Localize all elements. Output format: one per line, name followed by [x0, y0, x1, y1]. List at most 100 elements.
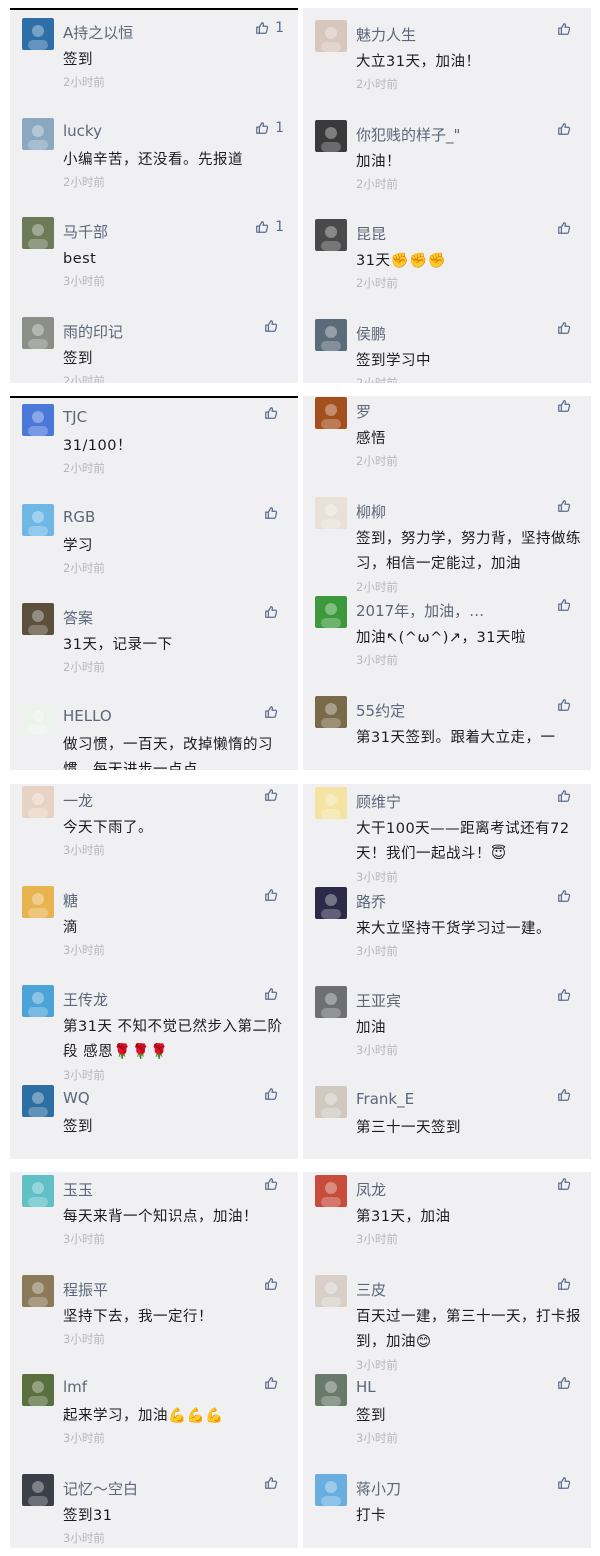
like-button[interactable] — [264, 1476, 284, 1490]
like-button[interactable] — [557, 399, 577, 413]
like-button[interactable] — [557, 1376, 577, 1390]
avatar[interactable] — [315, 886, 347, 919]
avatar[interactable] — [315, 119, 347, 152]
comment-author[interactable]: 55约定 — [356, 700, 405, 721]
like-button[interactable] — [264, 888, 284, 902]
avatar[interactable] — [315, 695, 347, 728]
like-button[interactable] — [264, 406, 284, 420]
comment-author[interactable]: 马千部 — [63, 221, 108, 242]
comment-author[interactable]: 昆昆 — [356, 223, 386, 244]
avatar[interactable] — [22, 117, 54, 150]
like-button[interactable] — [264, 605, 284, 619]
comment-author[interactable]: 玉玉 — [63, 1179, 93, 1200]
avatar[interactable] — [22, 702, 54, 735]
comment-author[interactable]: HL — [356, 1378, 376, 1396]
avatar[interactable] — [22, 404, 54, 436]
avatar[interactable] — [315, 1473, 347, 1506]
like-button[interactable] — [264, 1087, 284, 1101]
like-button[interactable] — [557, 889, 577, 903]
comment-author[interactable]: 王传龙 — [63, 989, 108, 1010]
avatar[interactable] — [315, 1274, 347, 1307]
like-button[interactable] — [557, 789, 577, 803]
comment-author[interactable]: 程振平 — [63, 1279, 108, 1300]
like-button[interactable]: 1 — [255, 20, 284, 36]
avatar[interactable] — [22, 885, 54, 918]
comment-author[interactable]: 蒋小刀 — [356, 1478, 401, 1499]
like-button[interactable] — [264, 705, 284, 719]
like-button[interactable] — [557, 1277, 577, 1291]
like-button[interactable] — [557, 221, 577, 235]
like-button[interactable] — [557, 321, 577, 335]
like-button[interactable] — [557, 1177, 577, 1191]
like-button[interactable] — [264, 1277, 284, 1291]
avatar[interactable] — [22, 603, 54, 635]
avatar[interactable] — [315, 1175, 347, 1207]
like-button[interactable] — [557, 598, 577, 612]
comment-author[interactable]: TJC — [63, 408, 87, 426]
like-button[interactable] — [264, 319, 284, 333]
comment-author[interactable]: 2017年，加油，… — [356, 600, 484, 621]
like-button[interactable] — [264, 788, 284, 802]
comment-author[interactable]: HELLO — [63, 707, 112, 725]
avatar[interactable] — [22, 786, 54, 818]
comment-item: RGB 学习 2小时前 — [10, 503, 298, 603]
like-button[interactable] — [264, 506, 284, 520]
comment-author[interactable]: 侯鹏 — [356, 323, 386, 344]
comment-author[interactable]: RGB — [63, 508, 95, 526]
avatar[interactable] — [22, 503, 54, 536]
avatar[interactable] — [22, 217, 54, 249]
avatar[interactable] — [22, 316, 54, 349]
comment-author[interactable]: 柳柳 — [356, 501, 386, 522]
avatar[interactable] — [315, 986, 347, 1018]
like-button[interactable]: 1 — [255, 219, 284, 235]
comment-author[interactable]: 一龙 — [63, 790, 93, 811]
comment-author[interactable]: 糖 — [63, 890, 78, 911]
like-button[interactable] — [264, 987, 284, 1001]
avatar[interactable] — [315, 596, 347, 628]
avatar[interactable] — [22, 1175, 54, 1207]
avatar[interactable] — [315, 1374, 347, 1406]
comment-author[interactable]: WQ — [63, 1089, 90, 1107]
avatar[interactable] — [315, 1085, 347, 1118]
comment-author[interactable]: lmf — [63, 1378, 87, 1396]
avatar[interactable] — [315, 20, 347, 52]
comment-author[interactable]: 你犯贱的样子_" — [356, 124, 460, 145]
comment-author[interactable]: 路乔 — [356, 891, 386, 912]
like-button[interactable] — [264, 1177, 284, 1191]
thumbs-up-icon — [264, 319, 278, 333]
like-button[interactable]: 1 — [255, 120, 284, 136]
comment-time: 3小时前 — [356, 870, 398, 884]
comment-author[interactable]: lucky — [63, 122, 102, 140]
avatar[interactable] — [315, 219, 347, 251]
avatar[interactable] — [315, 318, 347, 351]
comment-author[interactable]: 记忆～空白 — [63, 1478, 138, 1499]
like-button[interactable] — [557, 499, 577, 513]
like-button[interactable] — [557, 22, 577, 36]
comment-author[interactable]: 魅力人生 — [356, 24, 416, 45]
avatar[interactable] — [22, 1473, 54, 1506]
avatar[interactable] — [315, 787, 347, 819]
avatar[interactable] — [315, 397, 347, 429]
comment-author[interactable]: 罗 — [356, 401, 371, 422]
avatar[interactable] — [315, 496, 347, 529]
comment-author[interactable]: 三皮 — [356, 1279, 386, 1300]
like-button[interactable] — [557, 698, 577, 712]
like-button[interactable] — [557, 1476, 577, 1490]
comment-author[interactable]: 顾维宁 — [356, 791, 401, 812]
avatar[interactable] — [22, 18, 54, 50]
like-button[interactable] — [557, 988, 577, 1002]
comment-author[interactable]: 雨的印记 — [63, 321, 123, 342]
avatar[interactable] — [22, 1374, 54, 1406]
comment-author[interactable]: A持之以恒 — [63, 22, 133, 43]
avatar[interactable] — [22, 985, 54, 1017]
comment-author[interactable]: 王亚宾 — [356, 990, 401, 1011]
comment-author[interactable]: 答案 — [63, 607, 93, 628]
like-button[interactable] — [264, 1376, 284, 1390]
comment-author[interactable]: Frank_E — [356, 1090, 414, 1108]
like-button[interactable] — [557, 1088, 577, 1102]
avatar[interactable] — [22, 1084, 54, 1117]
avatar[interactable] — [22, 1274, 54, 1307]
thumbs-up-icon — [557, 1277, 571, 1291]
like-button[interactable] — [557, 122, 577, 136]
comment-author[interactable]: 凤龙 — [356, 1179, 386, 1200]
